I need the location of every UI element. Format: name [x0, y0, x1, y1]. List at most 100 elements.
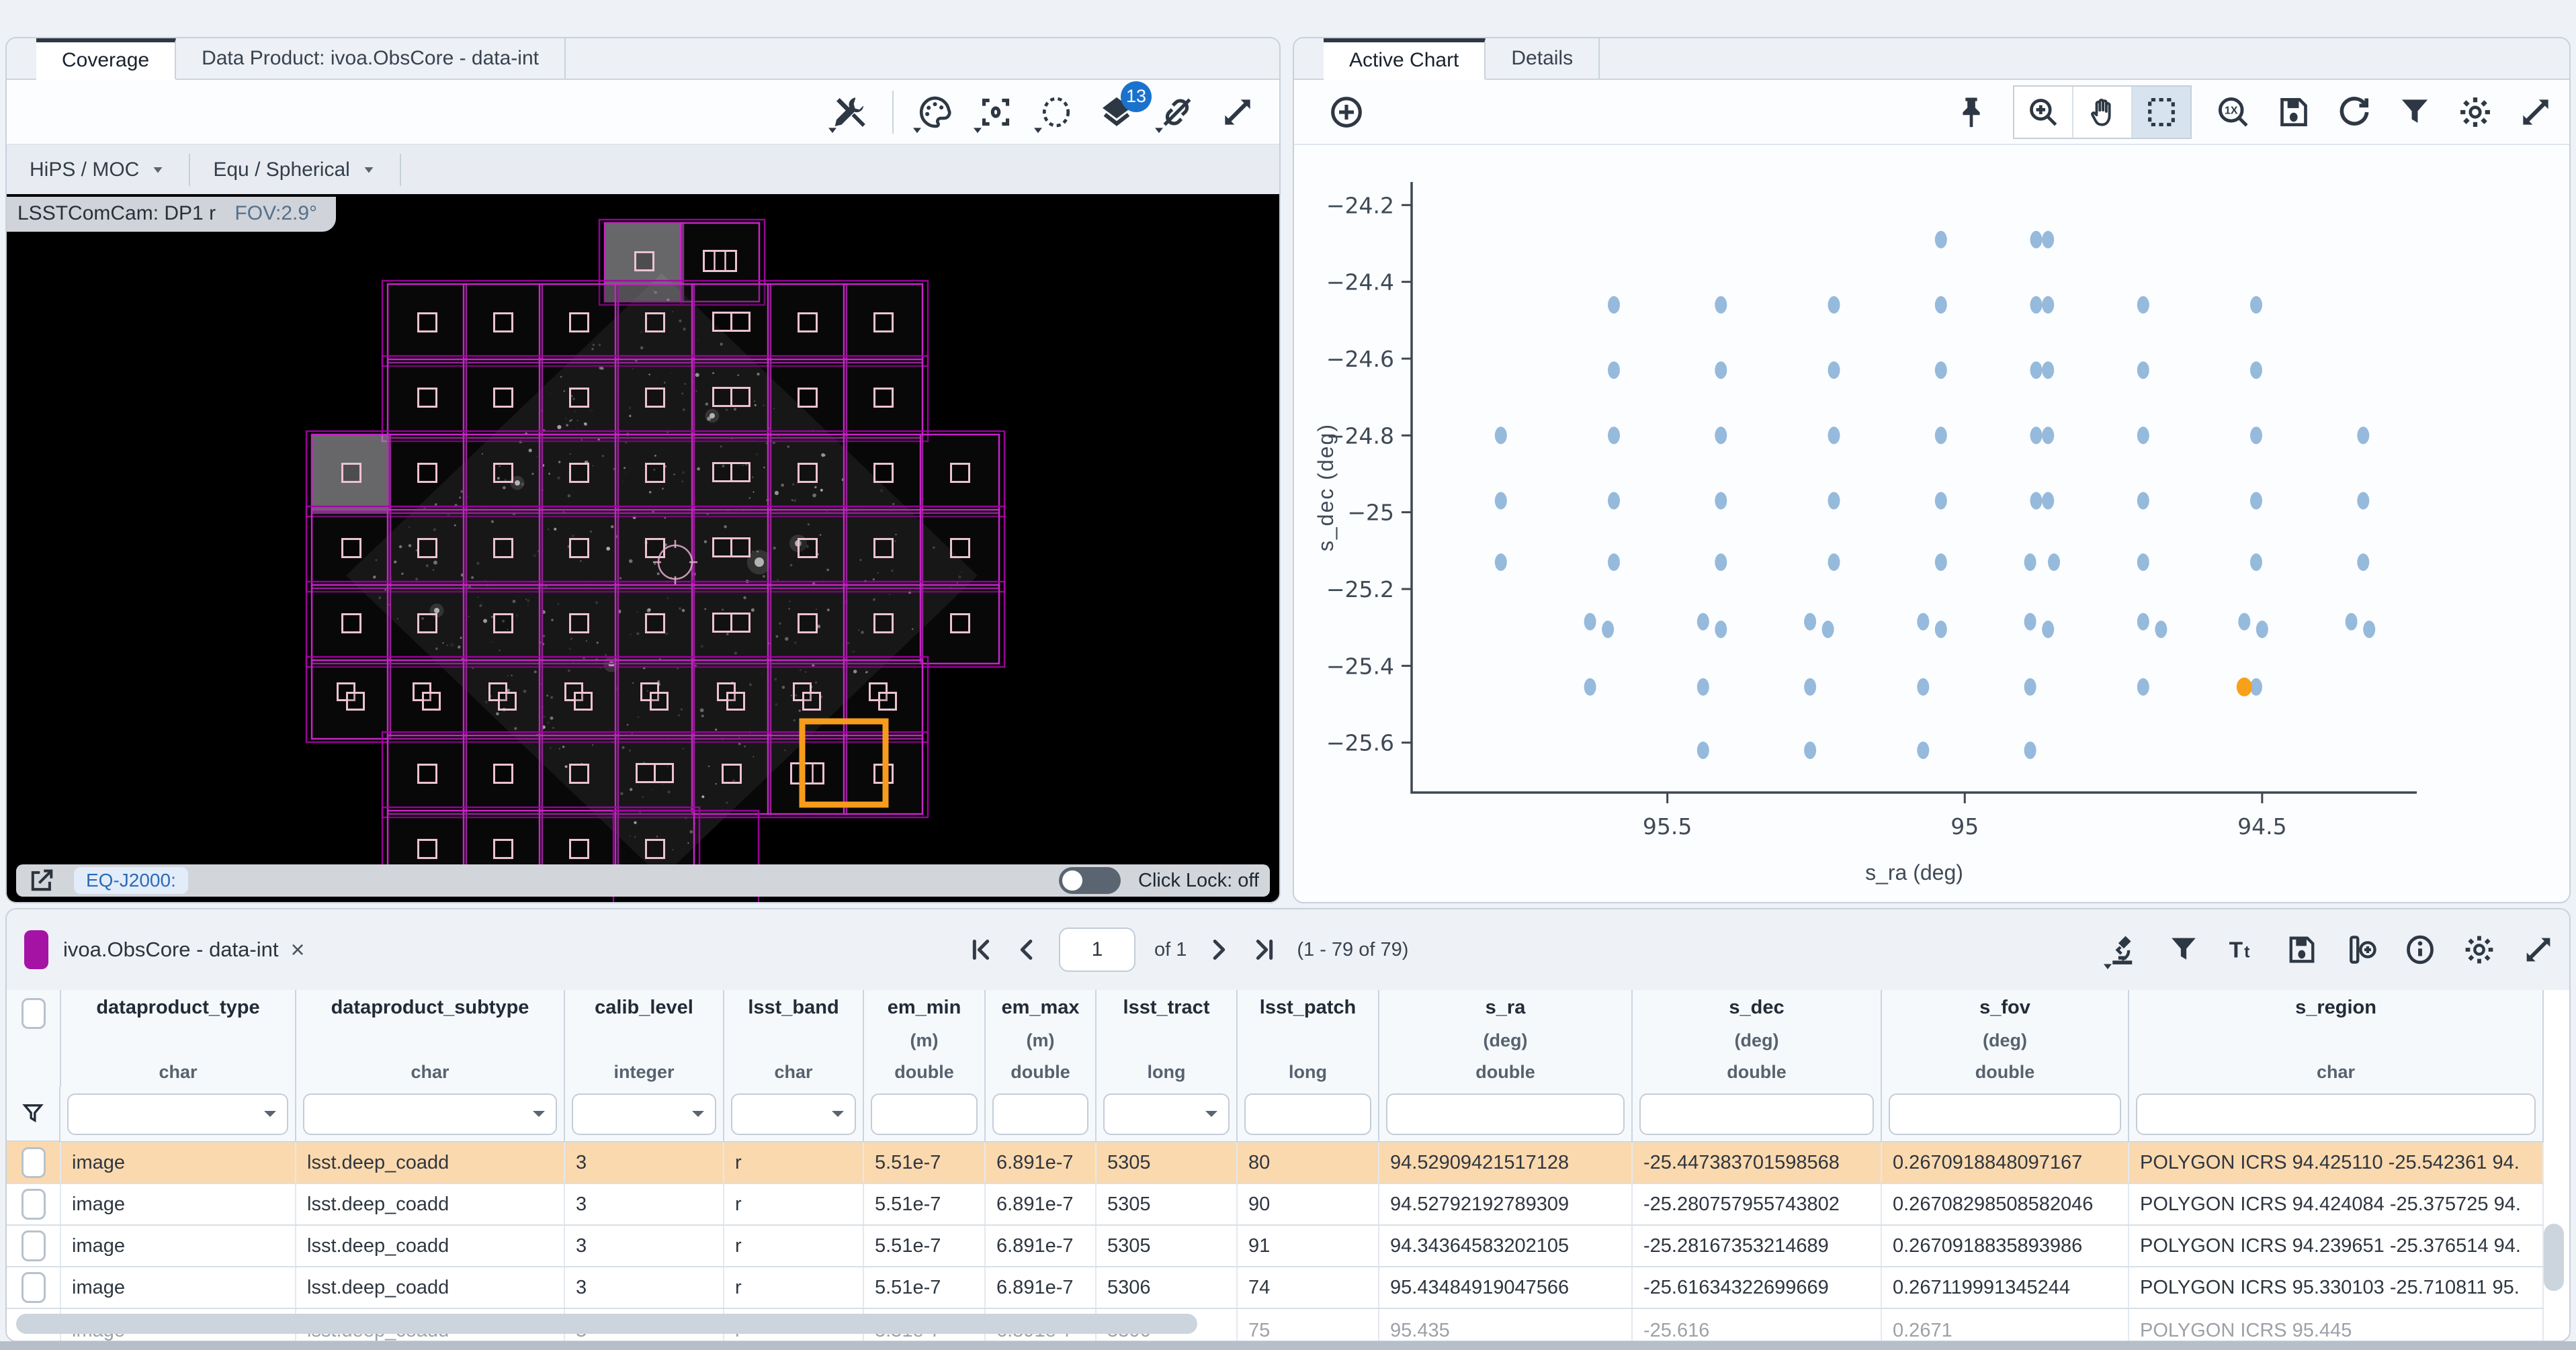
gear-icon[interactable] [2456, 93, 2494, 131]
external-link-icon[interactable] [27, 866, 56, 895]
dropdown-caret-icon [970, 123, 985, 138]
refresh-icon[interactable] [2335, 93, 2373, 131]
click-lock-toggle[interactable] [1059, 867, 1121, 894]
selected-point[interactable] [2237, 678, 2252, 696]
prev-page-icon[interactable] [1013, 936, 1040, 963]
v-scrollbar-thumb[interactable] [2544, 1224, 2564, 1291]
last-page-icon[interactable] [1251, 936, 1278, 963]
table-cell: lsst.deep_coadd [296, 1267, 564, 1308]
filter-input-em_max[interactable] [992, 1093, 1088, 1135]
app-window: Coverage Data Product: ivoa.ObsCore - da… [0, 0, 2576, 1350]
tab-coverage[interactable]: Coverage [36, 38, 176, 80]
layers-icon[interactable]: 13 [1098, 93, 1135, 131]
tab-data-product-label: Data Product: ivoa.ObsCore - data-int [202, 47, 539, 70]
table-row[interactable]: imagelsst.deep_coadd3r5.51e-76.891e-7530… [7, 1267, 2543, 1308]
row-checkbox[interactable] [22, 1189, 46, 1220]
filter-input-dataproduct_subtype[interactable] [303, 1093, 557, 1135]
boxselect-icon[interactable] [2133, 87, 2190, 138]
filter-input-lsst_band[interactable] [731, 1093, 856, 1135]
table-row[interactable]: imagelsst.deep_coadd3r5.51e-76.891e-7530… [7, 1142, 2543, 1183]
table-row[interactable]: imagelsst.deep_coadd3r5.51e-76.891e-7530… [7, 1225, 2543, 1267]
tools-icon[interactable] [832, 93, 869, 131]
table-cell: 6.891e-7 [985, 1267, 1096, 1308]
column-name: lsst_tract [1123, 997, 1210, 1019]
close-icon[interactable]: × [290, 936, 304, 964]
row-checkbox[interactable] [22, 1272, 46, 1303]
filter-input-lsst_patch[interactable] [1244, 1093, 1371, 1135]
chart-toolbar-left [1328, 93, 1365, 131]
column-header-s_region[interactable]: s_regionchar [2129, 990, 2543, 1087]
chart-area[interactable]: −24.2−24.4−24.6−24.8−25−25.2−25.4−25.695… [1294, 145, 2569, 902]
sky-coverage-map[interactable] [7, 194, 1279, 903]
filter-input-s_fov[interactable] [1889, 1093, 2121, 1135]
zoom1x-icon[interactable]: 1X [2215, 93, 2252, 131]
column-header-lsst_band[interactable]: lsst_bandchar [724, 990, 863, 1087]
column-header-s_fov[interactable]: s_fov(deg)double [1881, 990, 2129, 1087]
tab-details[interactable]: Details [1486, 38, 1600, 79]
column-header-lsst_patch[interactable]: lsst_patchlong [1237, 990, 1379, 1087]
column-type: double [1475, 1062, 1535, 1083]
next-page-icon[interactable] [1205, 936, 1232, 963]
tab-data-product[interactable]: Data Product: ivoa.ObsCore - data-int [176, 38, 566, 79]
filter-input-s_dec[interactable] [1639, 1093, 1874, 1135]
column-name: em_max [1001, 997, 1079, 1019]
filter-input-dataproduct_type[interactable] [67, 1093, 288, 1135]
filter-icon[interactable] [2166, 932, 2201, 967]
table-row[interactable]: imagelsst.deep_coadd3r5.51e-76.891e-7530… [7, 1183, 2543, 1225]
column-header-em_max[interactable]: em_max(m)double [985, 990, 1096, 1087]
save-icon[interactable] [2275, 93, 2313, 131]
scatter-chart[interactable]: −24.2−24.4−24.6−24.8−25−25.2−25.4−25.695… [1294, 145, 2569, 903]
h-scrollbar-thumb[interactable] [16, 1314, 1197, 1334]
row-checkbox[interactable] [22, 1147, 46, 1178]
pluscircle-icon[interactable] [1328, 93, 1365, 131]
gear-icon[interactable] [2462, 932, 2497, 967]
select-all-checkbox[interactable] [22, 998, 46, 1029]
filter-input-s_ra[interactable] [1386, 1093, 1625, 1135]
sky-coverage-view[interactable]: LSSTComCam: DP1 r FOV:2.9° EQ-J2000: Cli… [7, 194, 1279, 902]
pin-icon[interactable] [1952, 93, 1990, 131]
expand-icon[interactable] [2517, 93, 2554, 131]
layer-count-badge: 13 [1121, 81, 1152, 112]
row-checkbox[interactable] [22, 1230, 46, 1261]
unlink-icon[interactable] [1158, 93, 1196, 131]
center-icon[interactable] [977, 93, 1015, 131]
svg-text:94.5: 94.5 [2237, 813, 2286, 840]
palette-icon[interactable] [916, 93, 954, 131]
lasso-icon[interactable] [1037, 93, 1075, 131]
chevron-down-icon [361, 162, 377, 178]
column-header-s_ra[interactable]: s_ra(deg)double [1379, 990, 1632, 1087]
filter-input-lsst_tract[interactable] [1103, 1093, 1230, 1135]
filter-icon[interactable] [2396, 93, 2434, 131]
table-cell: r [724, 1142, 863, 1183]
addcol-icon[interactable] [2344, 932, 2378, 967]
tab-active-chart-label: Active Chart [1349, 49, 1459, 72]
filter-input-calib_level[interactable] [572, 1093, 716, 1135]
filter-input-em_min[interactable] [871, 1093, 978, 1135]
filter-input-s_region[interactable] [2136, 1093, 2536, 1135]
column-header-calib_level[interactable]: calib_levelinteger [564, 990, 724, 1087]
column-header-dataproduct_type[interactable]: dataproduct_typechar [60, 990, 296, 1087]
table-cell: POLYGON ICRS 94.239651 -25.376514 94. [2129, 1225, 2543, 1267]
table-color-swatch[interactable] [24, 930, 48, 969]
first-page-icon[interactable] [968, 936, 994, 963]
hips-moc-dropdown[interactable]: HiPS / MOC [7, 159, 189, 181]
table-cell: 0.2670918835893986 [1881, 1225, 2129, 1267]
column-header-s_dec[interactable]: s_dec(deg)double [1632, 990, 1881, 1087]
projection-dropdown[interactable]: Equ / Spherical [190, 159, 399, 181]
zoomin-icon[interactable] [2014, 87, 2073, 138]
column-name: lsst_patch [1260, 997, 1356, 1019]
tab-active-chart[interactable]: Active Chart [1324, 38, 1486, 80]
expand-icon[interactable] [1219, 93, 1256, 131]
hand-icon[interactable] [2073, 87, 2133, 138]
microscope-icon[interactable] [2107, 932, 2142, 967]
expand-icon[interactable] [2521, 932, 2556, 967]
save-icon[interactable] [2284, 932, 2319, 967]
column-header-lsst_tract[interactable]: lsst_tractlong [1096, 990, 1237, 1087]
column-type: char [411, 1062, 449, 1083]
svg-text:T: T [2229, 938, 2243, 962]
page-number-input[interactable]: 1 [1059, 928, 1135, 972]
column-header-dataproduct_subtype[interactable]: dataproduct_subtypechar [296, 990, 564, 1087]
info-icon[interactable] [2403, 932, 2438, 967]
textformat-icon[interactable]: Tt [2225, 932, 2260, 967]
column-header-em_min[interactable]: em_min(m)double [863, 990, 985, 1087]
